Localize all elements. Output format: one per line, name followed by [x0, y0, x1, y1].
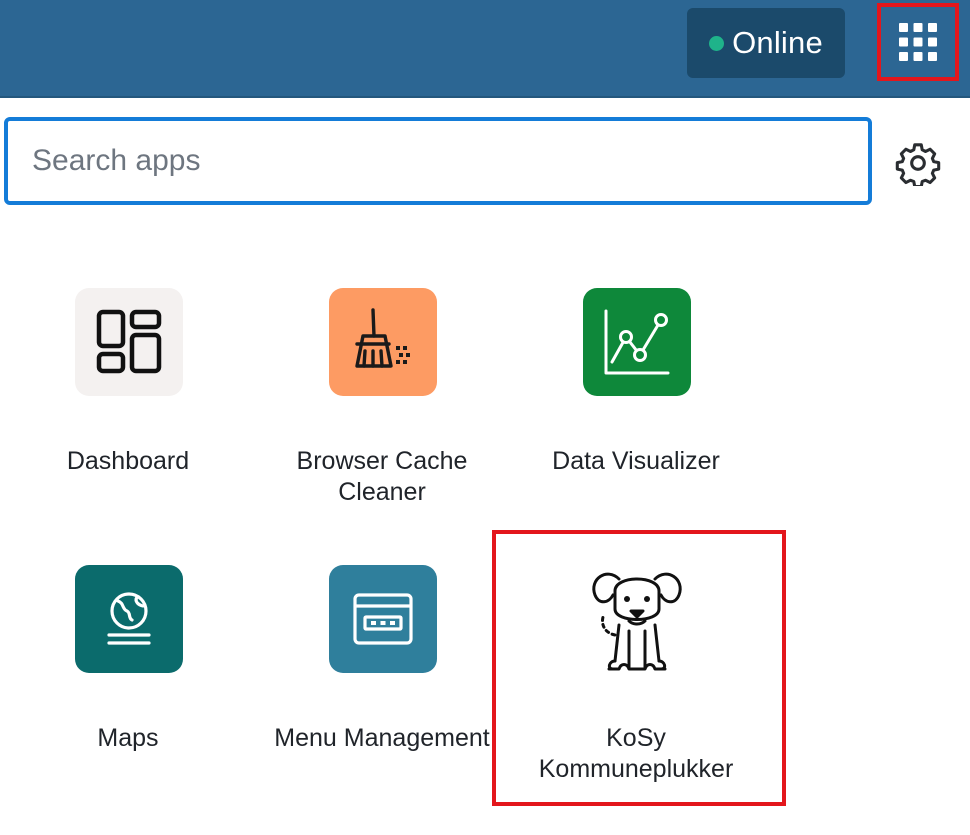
app-label-menu-management: Menu Management [274, 724, 490, 752]
search-input[interactable] [8, 121, 868, 201]
settings-button[interactable] [893, 138, 943, 188]
app-icon-data-visualizer [583, 288, 691, 396]
app-icon-maps [75, 565, 183, 673]
app-tile-data-visualizer[interactable]: Data Visualizer [509, 288, 763, 558]
dog-icon [592, 572, 682, 671]
app-tile-maps[interactable]: Maps [1, 565, 255, 835]
online-dot-icon [709, 35, 725, 51]
dashboard-icon [96, 309, 162, 374]
globe-icon [107, 592, 151, 645]
app-icon-browser-cache-cleaner [329, 288, 437, 396]
app-tile-browser-cache-cleaner[interactable]: Browser Cache Cleaner [255, 288, 509, 558]
app-tile-dashboard[interactable]: Dashboard [1, 288, 255, 558]
app-label-browser-cache-cleaner: Browser Cache Cleaner [296, 447, 468, 506]
line-chart-icon [604, 309, 670, 375]
app-tile-menu-management[interactable]: Menu Management [255, 565, 509, 835]
top-bar-divider [0, 96, 970, 98]
app-tile-kosy-kommuneplukker[interactable]: KoSy Kommuneplukker [509, 565, 763, 835]
online-status-badge: Online [687, 8, 845, 78]
grid-icon [899, 23, 937, 61]
window-icon [353, 593, 413, 645]
app-label-kosy-kommuneplukker: KoSy Kommuneplukker [538, 724, 734, 783]
apps-menu-button[interactable] [877, 3, 959, 81]
online-status-label: Online [732, 25, 823, 60]
app-label-data-visualizer: Data Visualizer [552, 447, 720, 475]
search-box [4, 117, 872, 205]
app-label-maps: Maps [97, 724, 159, 752]
app-icon-dashboard [75, 288, 183, 396]
app-label-dashboard: Dashboard [66, 447, 190, 475]
app-icon-kosy-kommuneplukker [583, 565, 691, 673]
broom-icon [355, 308, 410, 368]
app-icon-menu-management [329, 565, 437, 673]
gear-icon [895, 143, 941, 186]
